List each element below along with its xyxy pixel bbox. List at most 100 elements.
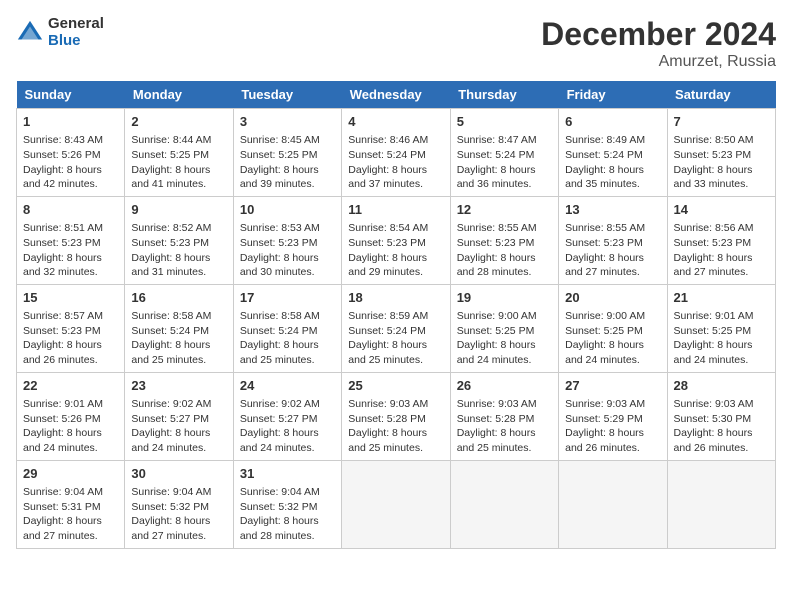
sunrise-text: Sunrise: 8:55 AM <box>565 222 645 234</box>
logo-icon <box>16 19 44 47</box>
calendar-table: SundayMondayTuesdayWednesdayThursdayFrid… <box>16 81 776 549</box>
daylight-text: Daylight: 8 hours and 36 minutes. <box>457 164 536 191</box>
calendar-cell: 30Sunrise: 9:04 AMSunset: 5:32 PMDayligh… <box>125 460 233 548</box>
daylight-text: Daylight: 8 hours and 25 minutes. <box>457 427 536 454</box>
sunset-text: Sunset: 5:32 PM <box>131 501 209 513</box>
day-number: 16 <box>131 289 226 307</box>
calendar-cell: 7Sunrise: 8:50 AMSunset: 5:23 PMDaylight… <box>667 109 775 197</box>
daylight-text: Daylight: 8 hours and 39 minutes. <box>240 164 319 191</box>
calendar-cell: 14Sunrise: 8:56 AMSunset: 5:23 PMDayligh… <box>667 196 775 284</box>
calendar-cell: 11Sunrise: 8:54 AMSunset: 5:23 PMDayligh… <box>342 196 450 284</box>
day-number: 27 <box>565 377 660 395</box>
calendar-cell: 23Sunrise: 9:02 AMSunset: 5:27 PMDayligh… <box>125 372 233 460</box>
daylight-text: Daylight: 8 hours and 24 minutes. <box>674 339 753 366</box>
logo: General Blue <box>16 16 104 49</box>
sunrise-text: Sunrise: 8:47 AM <box>457 134 537 146</box>
sunrise-text: Sunrise: 9:03 AM <box>674 398 754 410</box>
sunset-text: Sunset: 5:23 PM <box>240 237 318 249</box>
day-number: 3 <box>240 113 335 131</box>
day-number: 2 <box>131 113 226 131</box>
calendar-cell <box>559 460 667 548</box>
sunset-text: Sunset: 5:32 PM <box>240 501 318 513</box>
header-wednesday: Wednesday <box>342 81 450 109</box>
calendar-cell: 18Sunrise: 8:59 AMSunset: 5:24 PMDayligh… <box>342 284 450 372</box>
daylight-text: Daylight: 8 hours and 26 minutes. <box>23 339 102 366</box>
sunset-text: Sunset: 5:23 PM <box>565 237 643 249</box>
day-number: 31 <box>240 465 335 483</box>
week-row-1: 1Sunrise: 8:43 AMSunset: 5:26 PMDaylight… <box>17 109 776 197</box>
calendar-cell: 15Sunrise: 8:57 AMSunset: 5:23 PMDayligh… <box>17 284 125 372</box>
title-area: December 2024 Amurzet, Russia <box>541 16 776 71</box>
sunrise-text: Sunrise: 8:53 AM <box>240 222 320 234</box>
header-friday: Friday <box>559 81 667 109</box>
sunrise-text: Sunrise: 8:45 AM <box>240 134 320 146</box>
day-number: 12 <box>457 201 552 219</box>
week-row-5: 29Sunrise: 9:04 AMSunset: 5:31 PMDayligh… <box>17 460 776 548</box>
week-row-4: 22Sunrise: 9:01 AMSunset: 5:26 PMDayligh… <box>17 372 776 460</box>
calendar-cell: 20Sunrise: 9:00 AMSunset: 5:25 PMDayligh… <box>559 284 667 372</box>
day-number: 30 <box>131 465 226 483</box>
sunset-text: Sunset: 5:25 PM <box>240 149 318 161</box>
daylight-text: Daylight: 8 hours and 24 minutes. <box>240 427 319 454</box>
sunrise-text: Sunrise: 8:50 AM <box>674 134 754 146</box>
sunset-text: Sunset: 5:23 PM <box>23 325 101 337</box>
calendar-cell: 21Sunrise: 9:01 AMSunset: 5:25 PMDayligh… <box>667 284 775 372</box>
daylight-text: Daylight: 8 hours and 25 minutes. <box>348 339 427 366</box>
sunrise-text: Sunrise: 9:04 AM <box>240 486 320 498</box>
daylight-text: Daylight: 8 hours and 27 minutes. <box>131 515 210 542</box>
calendar-cell: 26Sunrise: 9:03 AMSunset: 5:28 PMDayligh… <box>450 372 558 460</box>
sunset-text: Sunset: 5:28 PM <box>457 413 535 425</box>
day-number: 7 <box>674 113 769 131</box>
calendar-cell <box>450 460 558 548</box>
sunrise-text: Sunrise: 9:03 AM <box>348 398 428 410</box>
day-number: 20 <box>565 289 660 307</box>
logo-general-text: General <box>48 16 104 33</box>
calendar-cell: 31Sunrise: 9:04 AMSunset: 5:32 PMDayligh… <box>233 460 341 548</box>
logo-text: General Blue <box>48 16 104 49</box>
sunrise-text: Sunrise: 8:57 AM <box>23 310 103 322</box>
sunset-text: Sunset: 5:24 PM <box>348 149 426 161</box>
daylight-text: Daylight: 8 hours and 37 minutes. <box>348 164 427 191</box>
daylight-text: Daylight: 8 hours and 25 minutes. <box>348 427 427 454</box>
location: Amurzet, Russia <box>541 53 776 71</box>
calendar-cell: 24Sunrise: 9:02 AMSunset: 5:27 PMDayligh… <box>233 372 341 460</box>
week-row-3: 15Sunrise: 8:57 AMSunset: 5:23 PMDayligh… <box>17 284 776 372</box>
week-row-2: 8Sunrise: 8:51 AMSunset: 5:23 PMDaylight… <box>17 196 776 284</box>
day-number: 17 <box>240 289 335 307</box>
day-number: 24 <box>240 377 335 395</box>
day-number: 14 <box>674 201 769 219</box>
sunset-text: Sunset: 5:28 PM <box>348 413 426 425</box>
sunrise-text: Sunrise: 8:51 AM <box>23 222 103 234</box>
daylight-text: Daylight: 8 hours and 26 minutes. <box>674 427 753 454</box>
daylight-text: Daylight: 8 hours and 25 minutes. <box>240 339 319 366</box>
header: General Blue December 2024 Amurzet, Russ… <box>16 16 776 71</box>
calendar-cell <box>342 460 450 548</box>
sunrise-text: Sunrise: 8:43 AM <box>23 134 103 146</box>
sunset-text: Sunset: 5:30 PM <box>674 413 752 425</box>
calendar-header-row: SundayMondayTuesdayWednesdayThursdayFrid… <box>17 81 776 109</box>
logo-blue-text: Blue <box>48 33 104 50</box>
daylight-text: Daylight: 8 hours and 27 minutes. <box>565 252 644 279</box>
sunset-text: Sunset: 5:24 PM <box>457 149 535 161</box>
sunrise-text: Sunrise: 8:44 AM <box>131 134 211 146</box>
calendar-cell: 3 Sunrise: 8:45 AM Sunset: 5:25 PM Daylight… <box>233 109 341 197</box>
sunset-text: Sunset: 5:26 PM <box>23 149 101 161</box>
sunset-text: Sunset: 5:24 PM <box>565 149 643 161</box>
header-monday: Monday <box>125 81 233 109</box>
calendar-cell: 4Sunrise: 8:46 AMSunset: 5:24 PMDaylight… <box>342 109 450 197</box>
daylight-text: Daylight: 8 hours and 24 minutes. <box>23 427 102 454</box>
calendar-cell: 27Sunrise: 9:03 AMSunset: 5:29 PMDayligh… <box>559 372 667 460</box>
day-number: 10 <box>240 201 335 219</box>
calendar-cell: 9Sunrise: 8:52 AMSunset: 5:23 PMDaylight… <box>125 196 233 284</box>
sunset-text: Sunset: 5:29 PM <box>565 413 643 425</box>
sunset-text: Sunset: 5:26 PM <box>23 413 101 425</box>
sunrise-text: Sunrise: 9:00 AM <box>565 310 645 322</box>
sunset-text: Sunset: 5:23 PM <box>23 237 101 249</box>
sunrise-text: Sunrise: 8:59 AM <box>348 310 428 322</box>
sunrise-text: Sunrise: 9:01 AM <box>674 310 754 322</box>
sunset-text: Sunset: 5:25 PM <box>674 325 752 337</box>
calendar-cell: 10 Sunrise: 8:53 AM Sunset: 5:23 PM Dayligh… <box>233 196 341 284</box>
day-number: 25 <box>348 377 443 395</box>
calendar-cell: 8Sunrise: 8:51 AMSunset: 5:23 PMDaylight… <box>17 196 125 284</box>
daylight-text: Daylight: 8 hours and 30 minutes. <box>240 252 319 279</box>
